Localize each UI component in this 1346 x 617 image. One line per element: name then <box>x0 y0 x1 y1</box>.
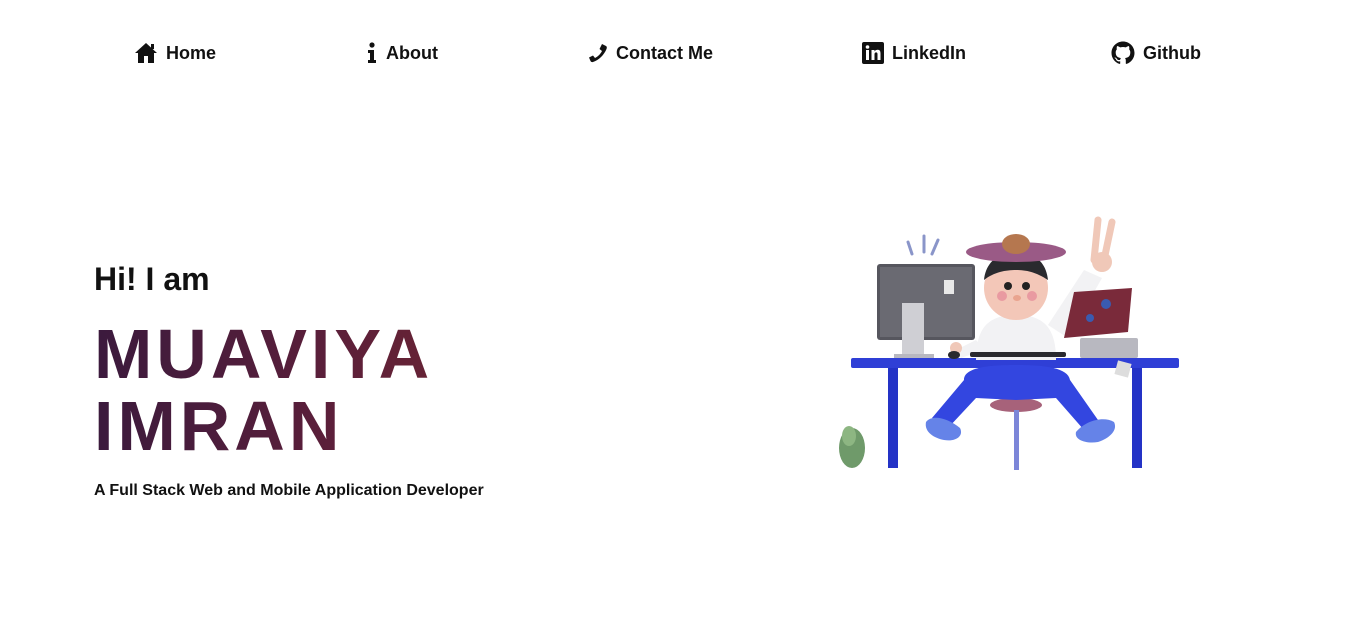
hero-name: MUAVIYA IMRAN <box>94 318 614 462</box>
nav-contact-link[interactable]: Contact Me <box>588 38 713 68</box>
linkedin-icon <box>862 42 884 64</box>
home-icon <box>134 42 158 64</box>
nav-github-link[interactable]: Github <box>1111 38 1201 68</box>
top-navigation: Home About Contact Me LinkedIn Github <box>0 0 1346 106</box>
greeting-text: Hi! I am <box>94 261 210 297</box>
nav-home-label: Home <box>166 42 217 63</box>
hero-tagline: A Full Stack Web and Mobile Application … <box>94 482 484 499</box>
developer-illustration <box>836 200 1186 475</box>
nav-contact-label: Contact Me <box>616 42 714 63</box>
hero-name-last: IMRAN <box>94 387 344 465</box>
hero-name-first: MUAVIYA <box>94 315 434 393</box>
nav-linkedin-link[interactable]: LinkedIn <box>862 38 966 68</box>
nav-about-label: About <box>386 42 438 63</box>
github-icon <box>1111 41 1135 65</box>
nav-github-label: Github <box>1143 42 1201 63</box>
nav-home-link[interactable]: Home <box>134 38 216 68</box>
phone-icon <box>588 43 608 63</box>
nav-linkedin-label: LinkedIn <box>892 42 967 63</box>
nav-about-link[interactable]: About <box>366 38 438 68</box>
info-icon <box>366 42 378 64</box>
hero-section: Hi! I am MUAVIYA IMRAN A Full Stack Web … <box>94 256 614 500</box>
